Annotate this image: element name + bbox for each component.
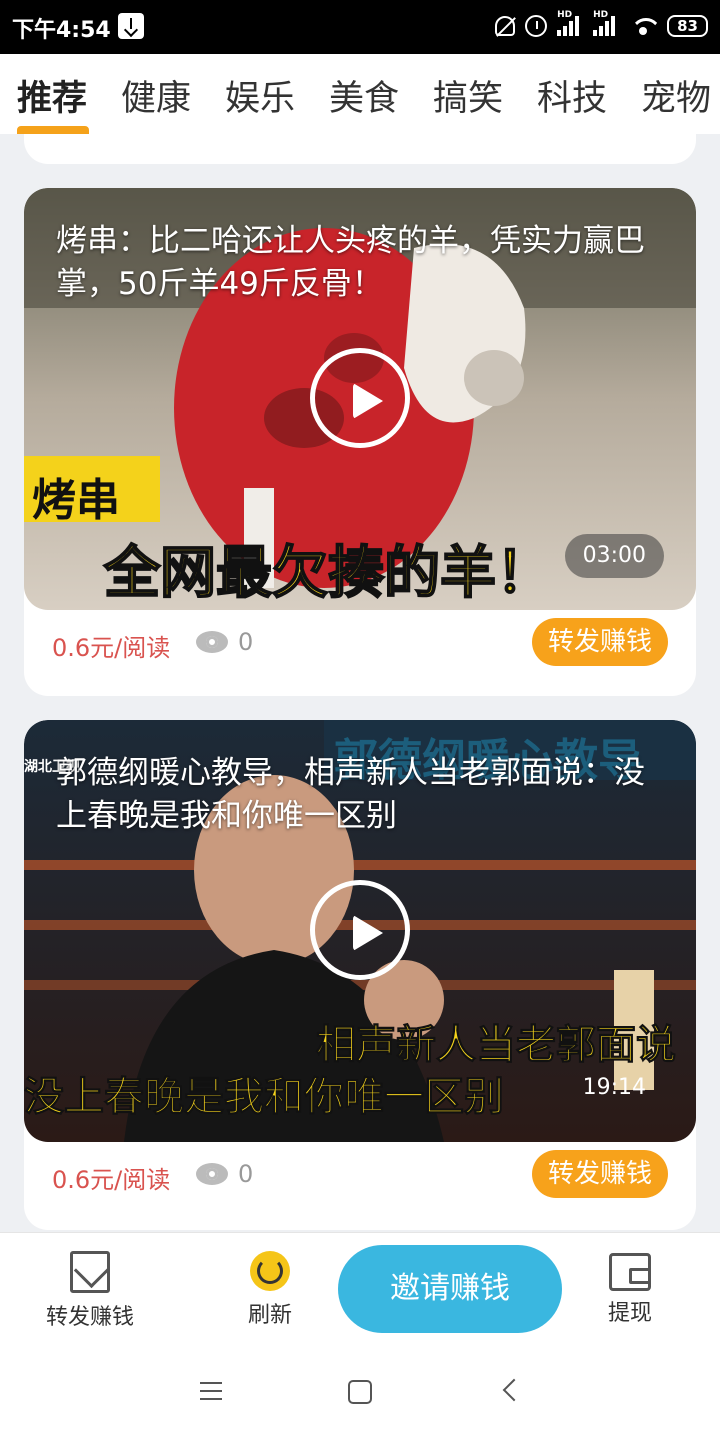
thumbnail-caption-big: 全网最欠揍的羊！ [103,540,553,607]
share-earn-button[interactable]: 转发赚钱 [531,1150,668,1198]
tab-health[interactable]: 健康 [121,70,191,121]
tab-tech[interactable]: 科技 [537,70,607,121]
video-duration: 19:14 [582,1075,646,1100]
view-count: 0 [196,628,253,656]
home-icon[interactable] [348,1380,372,1404]
play-icon[interactable] [310,348,410,448]
video-title: 烤串：比二哈还让人头疼的羊，凭实力赢巴掌，50斤羊49斤反骨！ [56,223,645,302]
invite-earn-button[interactable]: 邀请赚钱 [338,1245,562,1333]
video-card[interactable]: 烤串 全网最欠揍的羊！ 烤串：比二哈还让人头疼的羊，凭实力赢巴掌，50斤羊49斤… [24,188,696,696]
bottom-withdraw-button[interactable]: 提现 [555,1233,705,1345]
signal-icon-1: HD [557,10,583,38]
refresh-icon [250,1251,290,1291]
tab-pets[interactable]: 宠物 [641,70,711,121]
menu-icon[interactable] [200,1382,222,1400]
tab-entertainment[interactable]: 娱乐 [225,70,295,121]
video-duration: 03:00 [564,534,664,578]
video-thumbnail[interactable]: 郭德纲暖心教导 湖北卫视 相声新人当老郭面说 没上春晚是我和你唯一区别 郭德纲暖… [24,720,696,1142]
view-count: 0 [196,1160,253,1188]
active-tab-indicator [17,126,89,134]
wifi-icon [629,15,657,37]
mute-bell-icon [495,16,516,36]
back-icon[interactable] [502,1378,526,1402]
signal-icon-2: HD [593,10,619,38]
thumbnail-caption-bottom: 没上春晚是我和你唯一区别 [24,1074,505,1121]
tab-food[interactable]: 美食 [329,70,399,121]
tab-recommend[interactable]: 推荐 [17,70,87,121]
bottom-share-button[interactable]: 转发赚钱 [15,1233,165,1345]
thumbnail-caption-small: 烤串 [32,475,120,526]
system-nav-bar [0,1344,720,1440]
envelope-icon [70,1251,110,1293]
bottom-refresh-button[interactable]: 刷新 [195,1233,345,1345]
share-earn-button[interactable]: 转发赚钱 [531,618,668,666]
wallet-icon [609,1253,651,1291]
reward-rate: 0.6元/阅读 [52,634,171,662]
alarm-icon [525,15,548,37]
eye-icon [196,631,228,653]
video-card[interactable]: 郭德纲暖心教导 湖北卫视 相声新人当老郭面说 没上春晚是我和你唯一区别 郭德纲暖… [24,720,696,1230]
video-thumbnail[interactable]: 烤串 全网最欠揍的羊！ 烤串：比二哈还让人头疼的羊，凭实力赢巴掌，50斤羊49斤… [24,188,696,610]
play-icon[interactable] [310,880,410,980]
tab-funny[interactable]: 搞笑 [433,70,503,121]
category-tabs: 推荐 健康 娱乐 美食 搞笑 科技 宠物 [0,54,720,134]
bottom-bar: 转发赚钱 刷新 邀请赚钱 提现 [0,1232,720,1344]
battery-indicator: 83 [667,15,708,37]
status-bar: 下午4:54 HD HD 83 [0,0,720,54]
status-time: 下午4:54 [12,18,111,43]
thumbnail-caption-mid: 相声新人当老郭面说 [316,1022,677,1069]
eye-icon [196,1163,228,1185]
reward-rate: 0.6元/阅读 [52,1166,171,1194]
video-title: 郭德纲暖心教导，相声新人当老郭面说：没上春晚是我和你唯一区别 [56,755,645,834]
download-icon [118,13,144,39]
